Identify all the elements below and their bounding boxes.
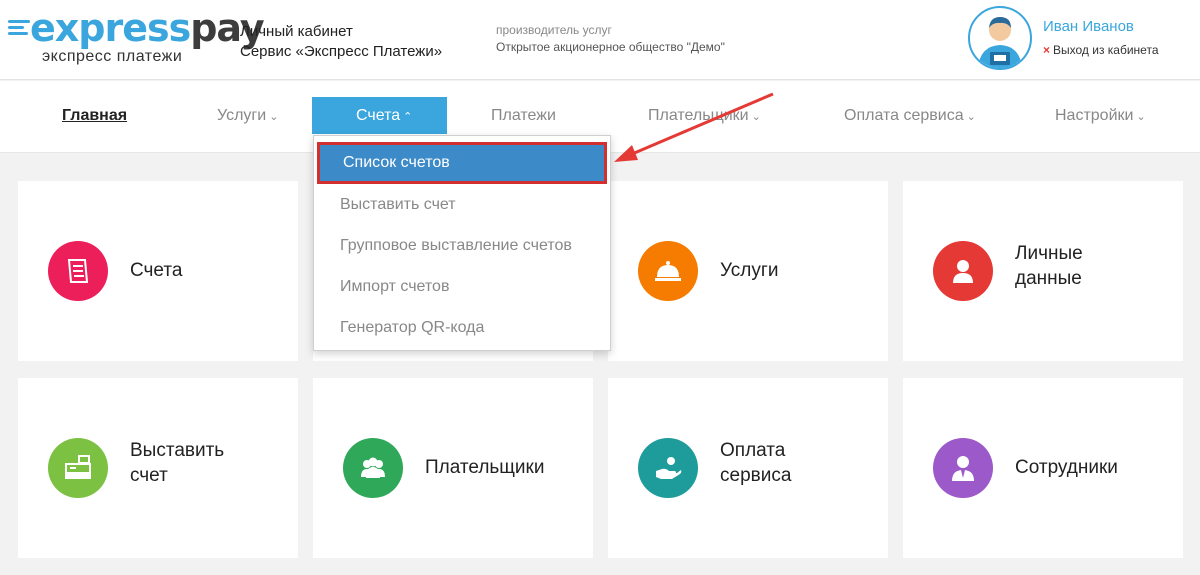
user-avatar-icon[interactable] bbox=[968, 6, 1032, 70]
nav-services-label: Услуги bbox=[217, 107, 267, 124]
provider-name: Открытое акционерное общество "Демо" bbox=[496, 40, 725, 54]
card-employees[interactable]: Сотрудники bbox=[903, 378, 1183, 558]
invoice-list-icon bbox=[48, 241, 108, 301]
menu-item-import-invoices[interactable]: Импорт счетов bbox=[314, 266, 610, 307]
nav-services[interactable]: Услуги ⌄ bbox=[217, 97, 278, 134]
card-employees-label: Сотрудники bbox=[1015, 457, 1118, 478]
card-service-pay-line-1: Оплата bbox=[720, 440, 786, 461]
card-services[interactable]: Услуги bbox=[608, 181, 888, 361]
provider-info: производитель услуг Открытое акционерное… bbox=[496, 22, 725, 56]
card-payers-label: Плательщики bbox=[425, 457, 545, 478]
invoices-dropdown-menu: Список счетов Выставить счет Групповое в… bbox=[313, 135, 611, 351]
user-name-link[interactable]: Иван Иванов bbox=[1043, 18, 1134, 35]
card-personal-line-2: данные bbox=[1015, 268, 1082, 289]
header: expresspay экспресс платежи Личный кабин… bbox=[0, 0, 1200, 80]
provider-label: производитель услуг bbox=[496, 23, 612, 37]
card-issue-invoice-label: Выставить счет bbox=[130, 438, 224, 488]
nav-payments[interactable]: Платежи bbox=[491, 97, 556, 134]
logout-icon: × bbox=[1043, 43, 1051, 57]
menu-item-qr-generator[interactable]: Генератор QR-кода bbox=[314, 307, 610, 348]
group-icon bbox=[343, 438, 403, 498]
chevron-up-icon: ⌃ bbox=[403, 111, 413, 123]
cabinet-title: Личный кабинет Сервис «Экспресс Платежи» bbox=[240, 22, 442, 62]
card-service-payment[interactable]: Оплата сервиса bbox=[608, 378, 888, 558]
nav-home[interactable]: Главная bbox=[62, 97, 127, 134]
card-invoices[interactable]: Счета bbox=[18, 181, 298, 361]
card-issue-invoice[interactable]: Выставить счет bbox=[18, 378, 298, 558]
nav-service-payment[interactable]: Оплата сервиса ⌄ bbox=[844, 97, 976, 134]
logo-speed-lines-icon bbox=[8, 20, 32, 40]
card-payers[interactable]: Плательщики bbox=[313, 378, 593, 558]
logout-label: Выход из кабинета bbox=[1053, 43, 1159, 57]
logo-subtitle: экспресс платежи bbox=[42, 48, 183, 65]
logo-wordmark: expresspay bbox=[30, 6, 265, 50]
chevron-down-icon: ⌄ bbox=[269, 111, 279, 123]
hand-coin-icon bbox=[638, 438, 698, 498]
nav-invoices-label: Счета bbox=[356, 107, 401, 124]
card-invoices-label: Счета bbox=[130, 260, 183, 281]
chevron-down-icon: ⌄ bbox=[966, 111, 976, 123]
service-bell-icon bbox=[638, 241, 698, 301]
card-issue-line-2: счет bbox=[130, 465, 168, 486]
user-icon bbox=[933, 241, 993, 301]
expresspay-logo[interactable]: expresspay экспресс платежи bbox=[8, 6, 265, 70]
card-services-label: Услуги bbox=[720, 260, 779, 281]
cash-register-icon bbox=[48, 438, 108, 498]
nav-invoices[interactable]: Счета ⌃ bbox=[312, 97, 447, 134]
card-personal-line-1: Личные bbox=[1015, 243, 1083, 264]
nav-settings[interactable]: Настройки ⌄ bbox=[1055, 97, 1146, 134]
card-service-payment-label: Оплата сервиса bbox=[720, 438, 791, 488]
nav-service-payment-label: Оплата сервиса bbox=[844, 107, 964, 124]
employee-icon bbox=[933, 438, 993, 498]
cabinet-line-2: Сервис «Экспресс Платежи» bbox=[240, 43, 443, 60]
menu-item-invoice-list[interactable]: Список счетов bbox=[317, 142, 607, 184]
menu-item-group-invoicing[interactable]: Групповое выставление счетов bbox=[314, 225, 610, 266]
chevron-down-icon: ⌄ bbox=[1136, 111, 1146, 123]
nav-settings-label: Настройки bbox=[1055, 107, 1134, 124]
menu-item-issue-invoice[interactable]: Выставить счет bbox=[314, 184, 610, 225]
cabinet-line-1: Личный кабинет bbox=[240, 23, 353, 40]
logout-link[interactable]: × Выход из кабинета bbox=[1043, 43, 1159, 57]
card-issue-line-1: Выставить bbox=[130, 440, 225, 461]
card-service-pay-line-2: сервиса bbox=[720, 465, 792, 486]
annotation-arrow-icon bbox=[614, 92, 774, 162]
card-personal-data[interactable]: Личные данные bbox=[903, 181, 1183, 361]
card-personal-data-label: Личные данные bbox=[1015, 241, 1083, 291]
